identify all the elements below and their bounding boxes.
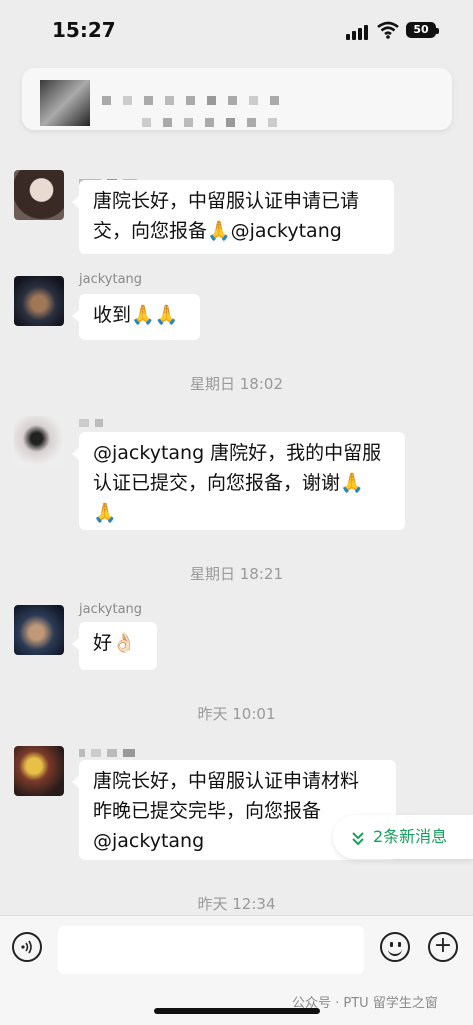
avatar[interactable] <box>14 746 64 796</box>
cellular-signal-icon <box>346 24 372 40</box>
message-line: 收到🙏🙏 <box>93 304 179 326</box>
plus-icon[interactable]: + <box>428 932 458 962</box>
battery-icon: 50 <box>406 22 439 38</box>
message-line: @jackytang 唐院好，我的中留服 <box>93 442 382 464</box>
new-messages-label: 2条新消息 <box>373 827 448 846</box>
voice-input-icon[interactable] <box>12 932 42 962</box>
sender-name: jackytang <box>79 602 143 617</box>
avatar[interactable] <box>14 416 64 466</box>
message-line: 认证已提交，向您报备，谢谢🙏 <box>93 472 364 494</box>
message-line: 唐院长好，中留服认证申请材料 <box>93 770 360 792</box>
redacted-sender-name <box>79 742 141 757</box>
message-line: 唐院长好，中留服认证申请已请 <box>93 190 360 212</box>
avatar[interactable] <box>14 170 64 220</box>
avatar[interactable] <box>14 605 64 655</box>
message-line: 交，向您报备🙏@jackytang <box>93 220 342 242</box>
redacted-pinned-text <box>142 112 289 131</box>
message-line: 🙏 <box>93 502 117 524</box>
emoji-icon[interactable] <box>380 932 410 962</box>
avatar[interactable] <box>14 276 64 326</box>
time-divider: 星期日 18:21 <box>190 565 283 583</box>
avatar <box>40 80 90 126</box>
time-divider: 昨天 10:01 <box>197 705 276 723</box>
status-bar: 15:27 50 <box>0 0 473 62</box>
time-divider: 星期日 18:02 <box>190 375 283 393</box>
message-bubble[interactable]: @jackytang 唐院好，我的中留服 认证已提交，向您报备，谢谢🙏 🙏 <box>72 432 405 530</box>
double-chevron-down-icon <box>351 815 365 859</box>
redacted-pinned-text <box>102 90 291 109</box>
sender-name: jackytang <box>79 272 143 287</box>
redacted-sender-name <box>79 172 143 187</box>
message-bubble[interactable]: 收到🙏🙏 <box>72 294 200 340</box>
message-bubble[interactable]: 好👌🏻 <box>72 622 157 670</box>
message-line: 好👌🏻 <box>93 632 136 654</box>
time-divider: 昨天 12:34 <box>197 895 276 913</box>
wifi-icon <box>377 21 399 39</box>
message-bubble[interactable]: 唐院长好，中留服认证申请已请 交，向您报备🙏@jackytang <box>72 180 394 254</box>
status-time: 15:27 <box>52 18 116 42</box>
redacted-sender-name <box>79 412 109 427</box>
new-messages-button[interactable]: 2条新消息 <box>333 815 473 859</box>
home-indicator <box>154 1008 320 1014</box>
pinned-message-banner[interactable] <box>22 68 452 130</box>
message-input[interactable] <box>58 926 364 974</box>
